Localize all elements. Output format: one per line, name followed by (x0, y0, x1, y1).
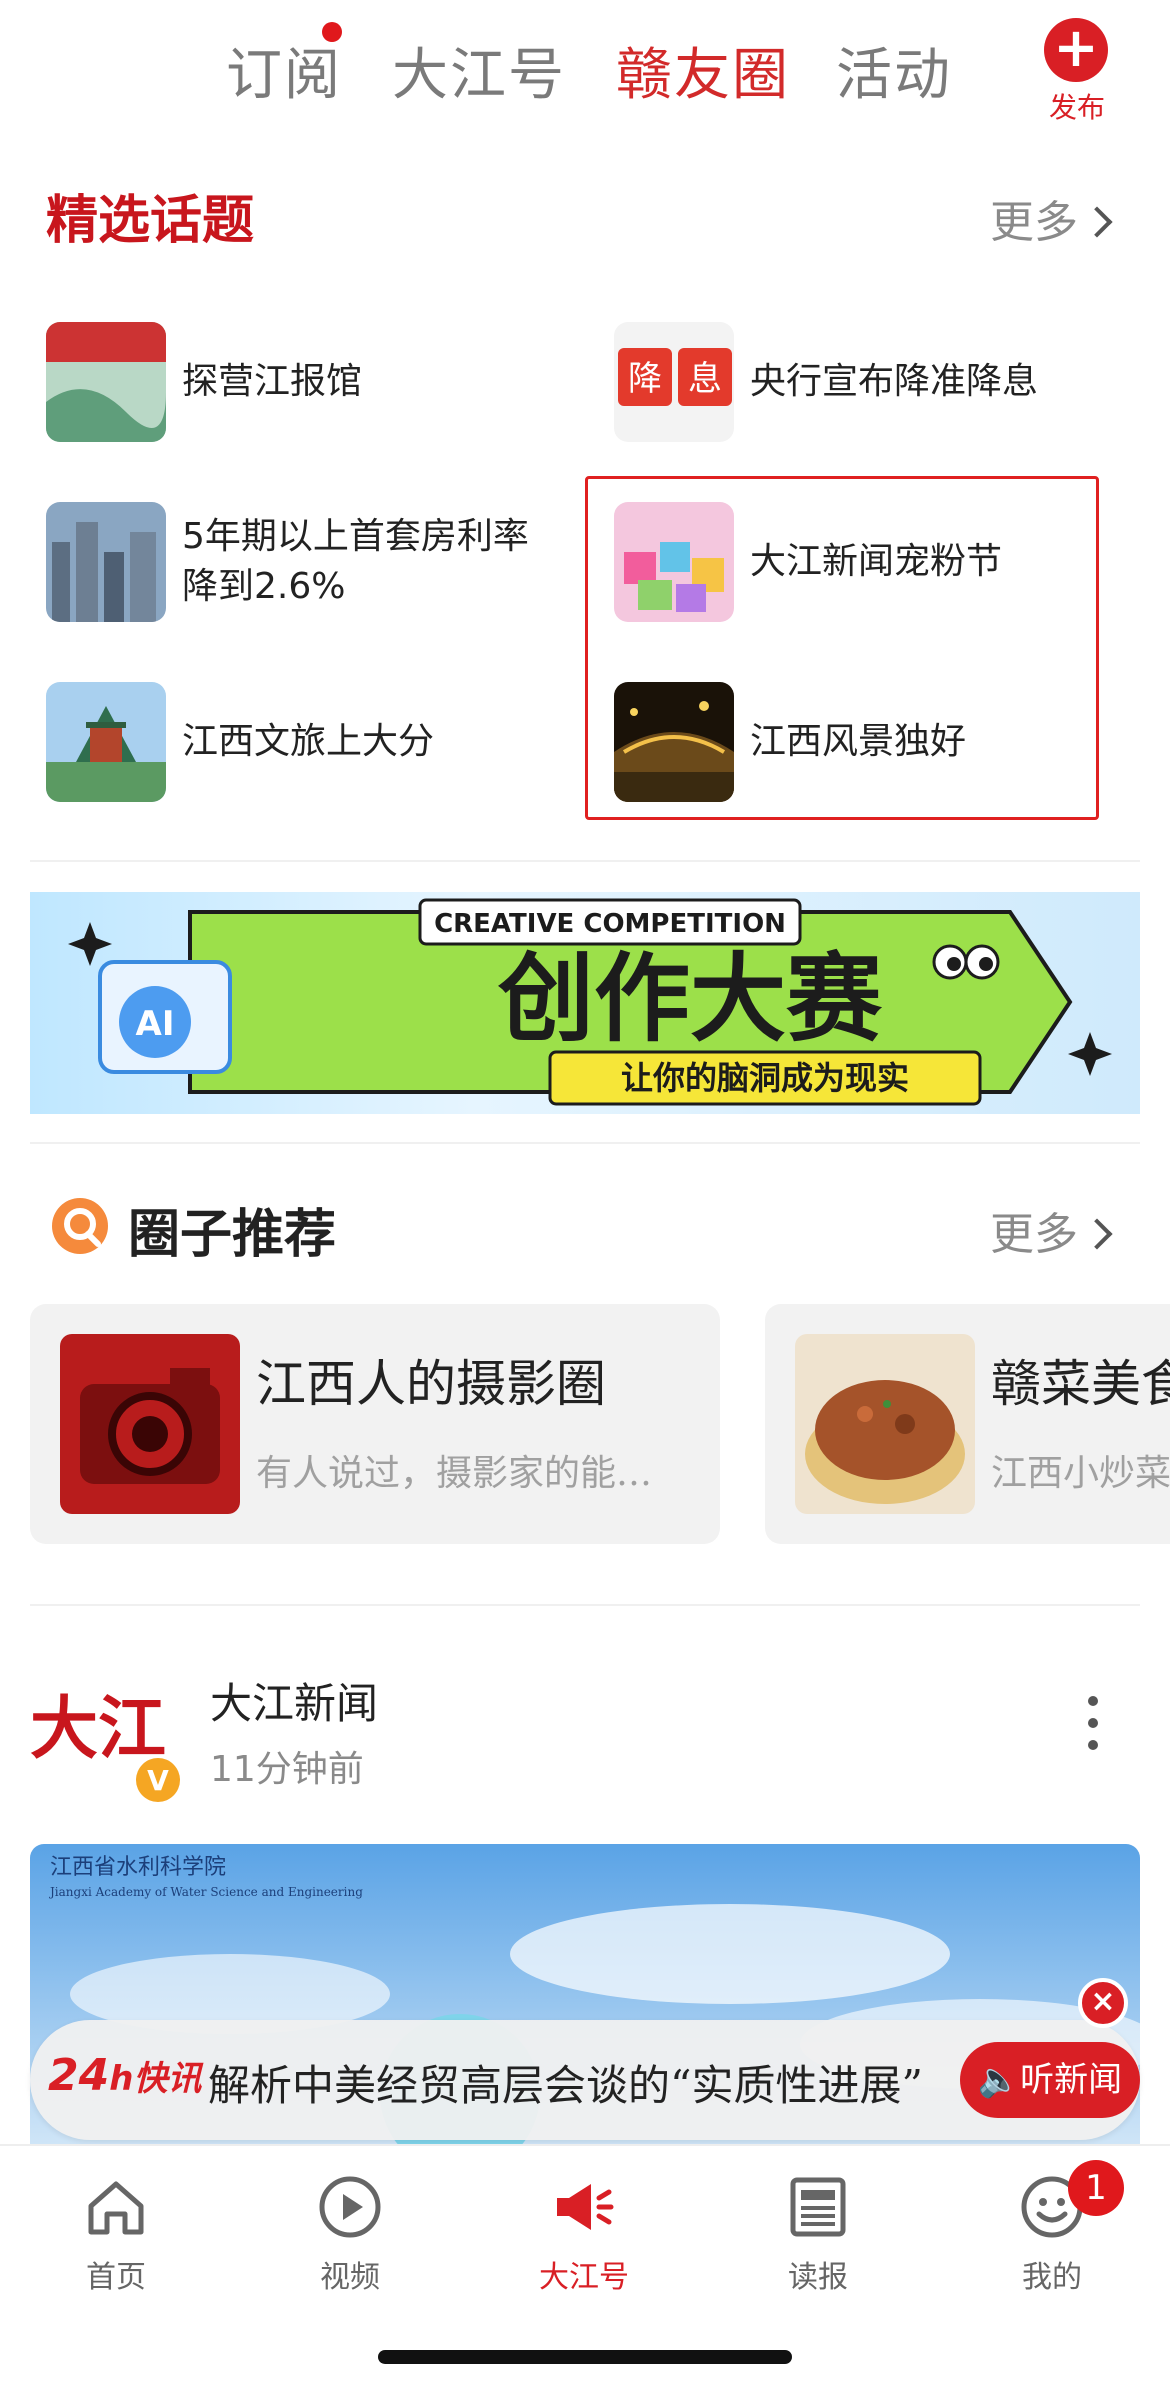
topic-item[interactable]: 降息 央行宣布降准降息 (614, 322, 1038, 442)
nav-me[interactable]: 我的 1 (982, 2160, 1124, 2296)
more-options-icon[interactable] (1088, 1696, 1100, 1762)
topic-thumbnail (46, 502, 166, 622)
thumb-char-2: 息 (688, 359, 722, 399)
nav-label: 视频 (320, 2260, 380, 2295)
speaker-icon: 🔈 (977, 2060, 1021, 2100)
circles-more-link[interactable]: 更多 (990, 1198, 1113, 1262)
unread-dot (322, 22, 342, 42)
verified-mark: V (147, 1764, 169, 1797)
tab-ganyouquan[interactable]: 赣友圈 (616, 30, 790, 111)
nav-home[interactable]: 首页 (46, 2172, 186, 2296)
logo-text: 大江 (30, 1689, 166, 1769)
circle-card[interactable]: 赣菜美食 江西小炒菜 (765, 1304, 1170, 1544)
chevron-right-icon (1081, 206, 1113, 238)
featured-title: 精选话题 (46, 190, 255, 251)
nav-newspaper[interactable]: 读报 (748, 2172, 888, 2296)
tab-activities[interactable]: 活动 (836, 30, 952, 111)
notification-badge: 1 (1068, 2160, 1124, 2216)
home-icon (81, 2172, 151, 2242)
circle-card[interactable]: 江西人的摄影圈 有人说过，摄影家的能… (30, 1304, 720, 1544)
image-caption-en: Jiangxi Academy of Water Science and Eng… (48, 1885, 363, 1899)
home-indicator[interactable] (378, 2350, 792, 2364)
nav-label: 首页 (86, 2260, 146, 2295)
chevron-right-icon (1081, 1218, 1113, 1250)
nav-video[interactable]: 视频 (280, 2172, 420, 2296)
listen-label: 听新闻 (1020, 2060, 1123, 2100)
topic-label: 探营江报馆 (182, 361, 363, 402)
topic-item[interactable]: 探营江报馆 (46, 322, 362, 442)
topic-item[interactable]: 江西文旅上大分 (46, 682, 434, 802)
topic-label: 央行宣布降准降息 (750, 361, 1039, 402)
circle-name: 赣菜美食 (991, 1355, 1170, 1413)
banner-ai-badge: AI (136, 1004, 175, 1044)
circle-thumbnail (60, 1334, 240, 1514)
top-tab-bar: 订阅 大江号 赣友圈 活动 + 发布 (0, 18, 1170, 128)
tab-subscribe[interactable]: 订阅 (226, 30, 342, 111)
circle-thumbnail (795, 1334, 975, 1514)
post-author[interactable]: 大江新闻 (210, 1670, 378, 1731)
more-label: 更多 (990, 1209, 1078, 1260)
search-circle-icon (50, 1196, 110, 1256)
topic-thumbnail: 降息 (614, 322, 734, 442)
publish-label: 发布 (1048, 91, 1105, 124)
selection-highlight (585, 476, 1099, 820)
nav-label: 读报 (788, 2260, 848, 2295)
banner-top-text: CREATIVE COMPETITION (434, 909, 786, 939)
divider (30, 1604, 1140, 1606)
divider (30, 1142, 1140, 1144)
divider (30, 860, 1140, 862)
plus-icon: + (1044, 18, 1108, 82)
topic-label: 5年期以上首套房利率降到2.6% (182, 516, 529, 607)
banner-main-text: 创作大赛 (497, 943, 883, 1055)
play-icon (315, 2172, 385, 2242)
topic-thumbnail (46, 322, 166, 442)
circle-description: 有人说过，摄影家的能… (256, 1453, 653, 1494)
nav-dajianghao[interactable]: 大江号 (514, 2172, 654, 2296)
topic-label: 江西文旅上大分 (182, 721, 435, 762)
listen-news-button[interactable]: 🔈听新闻 (960, 2042, 1140, 2118)
thumb-char-1: 降 (628, 359, 662, 399)
publish-button[interactable]: + 发布 (1044, 18, 1110, 126)
nav-label: 大江号 (539, 2260, 629, 2295)
circle-name: 江西人的摄影圈 (256, 1355, 606, 1413)
tab-dajianghao[interactable]: 大江号 (392, 30, 566, 111)
topic-item[interactable]: 5年期以上首套房利率降到2.6% (46, 502, 532, 622)
ticker-logo: 24h快讯 (48, 2050, 202, 2101)
nav-label: 我的 (1022, 2260, 1082, 2295)
circles-title: 圈子推荐 (128, 1204, 337, 1265)
close-icon[interactable]: × (1078, 1978, 1128, 2028)
ai-contest-banner[interactable]: CREATIVE COMPETITION AI 创作大赛 让你的脑洞成为现实 (30, 892, 1140, 1114)
news-ticker[interactable]: 24h快讯 解析中美经贸高层会谈的“实质性进展” 🔈听新闻 (30, 2020, 1140, 2140)
newspaper-icon (783, 2172, 853, 2242)
more-label: 更多 (990, 197, 1078, 248)
banner-sub-text: 让你的脑洞成为现实 (621, 1059, 909, 1097)
featured-more-link[interactable]: 更多 (990, 186, 1113, 250)
topic-thumbnail (46, 682, 166, 802)
ticker-headline[interactable]: 解析中美经贸高层会谈的“实质性进展” (208, 2052, 923, 2113)
post-time: 11分钟前 (210, 1749, 364, 1790)
author-avatar[interactable]: 大江 V (30, 1680, 180, 1810)
image-caption: 江西省水利科学院 (50, 1855, 226, 1880)
circle-description: 江西小炒菜 (991, 1453, 1170, 1494)
megaphone-icon (549, 2172, 619, 2242)
